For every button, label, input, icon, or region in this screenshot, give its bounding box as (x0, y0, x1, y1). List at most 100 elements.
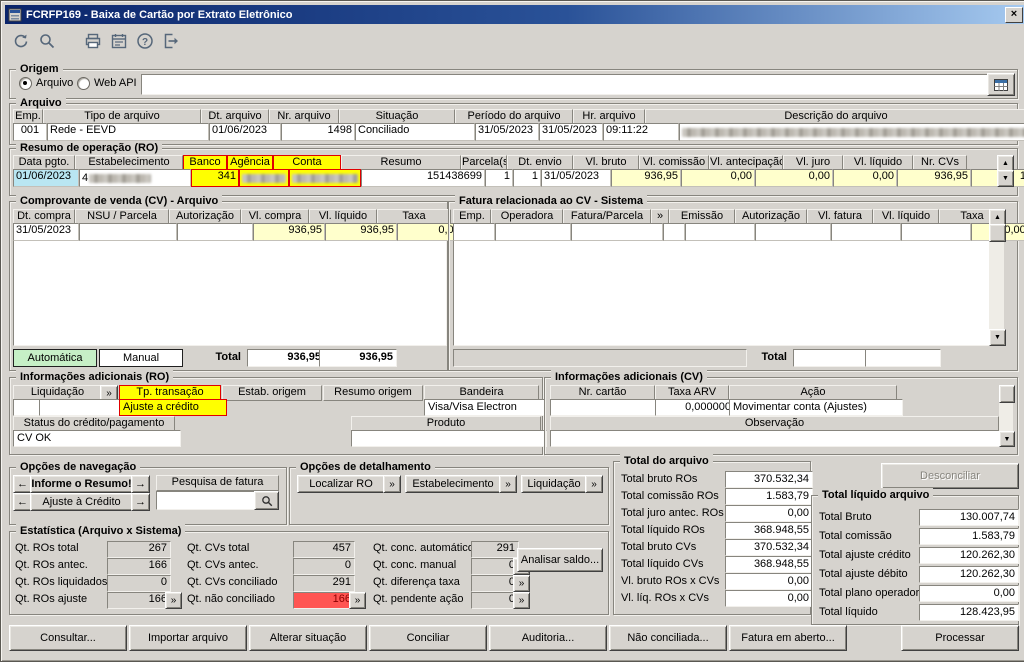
total-label: Total comissão ROs (621, 490, 719, 502)
fatura-cv-title: Fatura relacionada ao CV - Sistema (455, 194, 648, 208)
filtro-ajuste-button[interactable]: Ajuste à Crédito (30, 493, 133, 511)
localizar-ro-more-button[interactable]: » (383, 475, 401, 493)
vl-liquido-cell (901, 223, 971, 241)
stat-label: Qt. ROs total (15, 542, 79, 554)
origem-radio-webapi[interactable]: Web API (77, 77, 137, 90)
cv-list-area[interactable] (13, 223, 447, 346)
title-bar[interactable]: FCRFP169 - Baixa de Cartão por Extrato E… (5, 5, 1024, 24)
vl-bruto-cell: 936,95 (611, 169, 681, 187)
scroll-down-button[interactable]: ▼ (989, 329, 1006, 346)
next-filtro-button[interactable]: → (131, 493, 150, 511)
analisar-saldo-button[interactable]: Analisar saldo... (517, 548, 603, 572)
scrollbar-thumb[interactable] (989, 224, 1006, 242)
arquivo-title: Arquivo (16, 96, 66, 110)
stat-label: Qt. ROs liquidados (15, 576, 108, 588)
nao-conciliado-more-button[interactable]: » (349, 592, 366, 609)
stat-value: 0 (293, 558, 355, 575)
total-value-field: 130.007,74 (919, 509, 1019, 526)
estabelecimento-button[interactable]: Estabelecimento (405, 475, 501, 493)
refresh-icon[interactable] (9, 29, 33, 53)
resumo-ro-table-row[interactable]: 01/06/2023 4 341 151438699 1 1 31/05/202… (13, 169, 1024, 187)
total-label: Total bruto ROs (621, 473, 698, 485)
automatica-button[interactable]: Automática (13, 349, 97, 367)
origem-input[interactable] (141, 74, 989, 95)
liquidacao-button[interactable]: Liquidação (521, 475, 587, 493)
manual-button[interactable]: Manual (99, 349, 183, 367)
nao-conciliada-button[interactable]: Não conciliada... (609, 625, 727, 651)
fatura-table-row[interactable]: 0,0000 (453, 223, 1024, 241)
fatura-parcela-cell (571, 223, 663, 241)
arquivo-table-row[interactable]: 001 Rede - EEVD 01/06/2023 1498 Concilia… (13, 123, 1024, 141)
search-icon[interactable] (35, 29, 59, 53)
total-label: Total líquido CVs (621, 558, 704, 570)
stat-value: 0 (107, 575, 171, 592)
scrollbar-thumb[interactable] (999, 385, 1015, 403)
pesquisa-fatura-header[interactable]: Pesquisa de fatura (156, 475, 279, 491)
liquidacao-more-button[interactable]: » (585, 475, 603, 493)
vl-compra-cell: 936,95 (253, 223, 325, 241)
ros-ajuste-more-button[interactable]: » (165, 592, 182, 609)
scroll-down-button[interactable]: ▼ (997, 170, 1014, 187)
cv-total-label: Total (215, 351, 241, 363)
pesquisa-fatura-button[interactable] (254, 491, 279, 510)
search-icon (261, 495, 272, 506)
close-button[interactable]: × (1005, 6, 1023, 23)
stat-label: Qt. ROs antec. (15, 559, 88, 571)
liquidacao-field-2[interactable] (39, 399, 124, 416)
origem-radio-arquivo[interactable]: Arquivo (19, 77, 73, 90)
estabelecimento-prefix: 4 (82, 171, 89, 184)
nr-cartao-field[interactable] (550, 399, 661, 416)
localizar-ro-button[interactable]: Localizar RO (297, 475, 385, 493)
up-arrow-icon: ▲ (1002, 160, 1009, 167)
total-label: Total ajuste débito (819, 568, 908, 580)
agencia-cell (239, 169, 289, 187)
consultar-button[interactable]: Consultar... (9, 625, 127, 651)
estab-origem-header[interactable]: Estab. origem (222, 385, 322, 401)
produto-field (351, 430, 547, 447)
fatura-status-field (453, 349, 747, 367)
conciliar-button[interactable]: Conciliar (369, 625, 487, 651)
informe-resumo-button[interactable]: Informe o Resumo! (30, 475, 133, 493)
right-arrow-icon: → (135, 496, 146, 508)
scroll-down-button[interactable]: ▼ (999, 431, 1015, 447)
total-value-field: 370.532,34 (725, 471, 813, 488)
autorizacao-cell (755, 223, 831, 241)
stat-value: 166 (107, 558, 171, 575)
toolbar: ? (9, 29, 183, 53)
total-value-field: 120.262,30 (919, 566, 1019, 583)
resumo-origem-header[interactable]: Resumo origem (323, 385, 423, 401)
app-window: FCRFP169 - Baixa de Cartão por Extrato E… (0, 0, 1024, 662)
tp-transacao-field: Ajuste a crédito (119, 399, 227, 416)
importar-arquivo-button[interactable]: Importar arquivo (129, 625, 247, 651)
estabelecimento-more-button[interactable]: » (499, 475, 517, 493)
origem-grid-button[interactable] (987, 73, 1015, 96)
fatura-list-area[interactable] (453, 223, 995, 346)
print-icon[interactable] (81, 29, 105, 53)
stat-value: 0 (471, 575, 519, 592)
diferenca-taxa-more-button[interactable]: » (513, 575, 530, 592)
total-label: Total Bruto (819, 511, 872, 523)
desconciliar-button[interactable]: Desconciliar (881, 463, 1019, 489)
exit-icon[interactable] (159, 29, 183, 53)
periodo-fim-cell: 31/05/2023 (539, 123, 603, 141)
alterar-situacao-button[interactable]: Alterar situação (249, 625, 367, 651)
vl-juro-cell: 0,00 (833, 169, 897, 187)
parcela-total-cell: 1 (513, 169, 541, 187)
help-icon[interactable]: ? (133, 29, 157, 53)
bandeira-field: Visa/Visa Electron (424, 399, 545, 416)
emissao-cell (685, 223, 755, 241)
auditoria-button[interactable]: Auditoria... (489, 625, 607, 651)
fatura-em-aberto-button[interactable]: Fatura em aberto... (729, 625, 847, 651)
pesquisa-fatura-input[interactable] (156, 491, 259, 510)
calendar-icon[interactable] (107, 29, 131, 53)
nav-title: Opções de navegação (16, 460, 141, 474)
pendente-acao-more-button[interactable]: » (513, 592, 530, 609)
stat-label: Qt. pendente ação (373, 593, 464, 605)
next-resumo-button[interactable]: → (131, 475, 150, 493)
dt-arquivo-cell: 01/06/2023 (209, 123, 281, 141)
taxa-arv-field: 0,000000 (655, 399, 735, 416)
observacao-field[interactable] (550, 430, 1005, 447)
processar-button[interactable]: Processar (901, 625, 1019, 651)
cv-table-row[interactable]: 31/05/2023 936,95 936,95 0,0000 (13, 223, 475, 241)
cv-total-liquido-field: 936,95 (319, 349, 397, 367)
